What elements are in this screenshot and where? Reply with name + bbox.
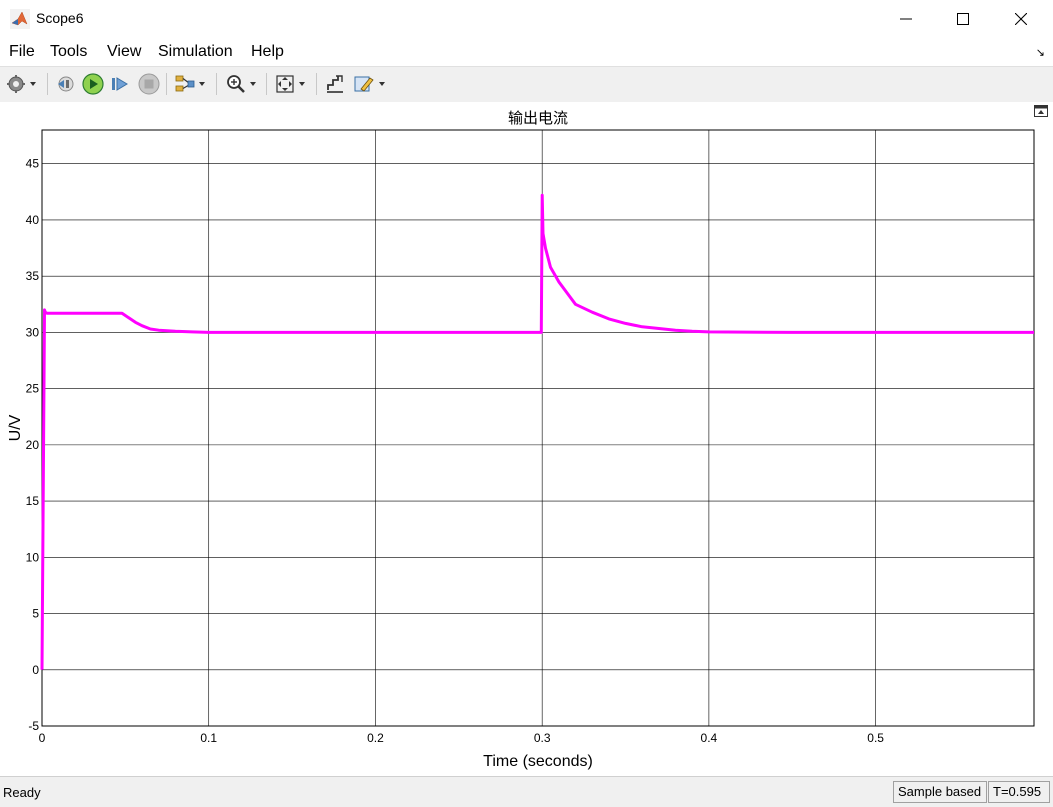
toolbar-divider <box>266 73 267 95</box>
step-forward-button[interactable] <box>110 73 130 95</box>
menu-file[interactable]: File <box>9 43 35 61</box>
y-tick-label: 0 <box>32 663 39 677</box>
close-icon <box>1015 13 1027 25</box>
matlab-icon <box>10 9 30 29</box>
simulation-time: T=0.595 <box>988 781 1050 803</box>
signal-select-icon <box>175 75 195 92</box>
chevron-down-icon <box>199 82 205 86</box>
step-back-button[interactable] <box>55 73 75 95</box>
y-tick-label: 10 <box>26 550 40 564</box>
settings-button[interactable] <box>6 73 36 95</box>
autoscale-button[interactable] <box>275 73 305 95</box>
minimize-icon <box>900 18 912 20</box>
status-text: Ready <box>3 785 41 800</box>
minimize-button[interactable] <box>883 0 929 38</box>
status-bar: Ready Sample based T=0.595 <box>0 776 1053 807</box>
axes-frame <box>41 129 1035 727</box>
y-tick-label: 45 <box>26 157 40 171</box>
x-tick-label: 0.3 <box>534 731 551 745</box>
stop-button[interactable] <box>138 73 160 95</box>
stop-icon <box>138 73 160 95</box>
toolbar-divider <box>47 73 48 95</box>
step-forward-icon <box>112 77 128 91</box>
y-tick-label: 35 <box>26 269 40 283</box>
chevron-down-icon <box>30 82 36 86</box>
autoscale-icon <box>276 75 294 93</box>
run-button[interactable] <box>82 73 104 95</box>
x-tick-label: 0.2 <box>367 731 384 745</box>
y-tick-label: 40 <box>26 213 40 227</box>
y-tick-label: 15 <box>26 494 40 508</box>
highlight-icon <box>354 76 374 92</box>
y-tick-label: 30 <box>26 325 40 339</box>
close-button[interactable] <box>998 0 1044 38</box>
chevron-down-icon <box>250 82 256 86</box>
toolbar-divider <box>216 73 217 95</box>
toolbar <box>0 66 1053 103</box>
x-tick-label: 0.4 <box>701 731 718 745</box>
y-tick-label: 25 <box>26 382 40 396</box>
zoom-button[interactable] <box>226 73 256 95</box>
scope-plot-area: 输出电流 0 0.1 0.2 0.3 0.4 0.5 -5 0 5 10 15 20 25 30 35 40 4… <box>0 102 1053 775</box>
x-tick-label: 0 <box>39 731 46 745</box>
y-tick-label: 5 <box>32 607 39 621</box>
x-tick-label: 0.1 <box>200 731 217 745</box>
toolbar-divider <box>316 73 317 95</box>
chevron-down-icon <box>299 82 305 86</box>
x-axis-label: Time (seconds) <box>483 753 593 770</box>
x-tick-label: 0.5 <box>867 731 884 745</box>
y-axis-label: U/V <box>7 414 24 441</box>
chevron-down-icon <box>379 82 385 86</box>
menu-view[interactable]: View <box>107 43 141 61</box>
series-line <box>40 193 1034 670</box>
run-icon <box>82 73 104 95</box>
gear-icon <box>7 75 25 93</box>
menu-simulation[interactable]: Simulation <box>158 43 233 61</box>
y-tick-label: 20 <box>26 438 40 452</box>
collapse-menu-icon[interactable]: ↘ <box>1036 46 1045 59</box>
signal-select-button[interactable] <box>175 73 205 95</box>
menu-tools[interactable]: Tools <box>50 43 87 61</box>
cursor-icon <box>327 75 343 93</box>
undock-icon[interactable] <box>1034 105 1048 117</box>
chart-title: 输出电流 <box>508 110 568 127</box>
menu-help[interactable]: Help <box>251 43 284 61</box>
series-layer <box>40 193 1034 670</box>
title-bar: Scope6 <box>0 0 1053 38</box>
maximize-button[interactable] <box>940 0 986 38</box>
y-tick-label: -5 <box>28 719 39 733</box>
cursor-measure-button[interactable] <box>325 73 345 95</box>
menu-bar: File Tools View Simulation Help ↘ <box>0 38 1053 66</box>
step-back-icon <box>58 76 74 92</box>
sample-mode-indicator: Sample based <box>893 781 987 803</box>
highlight-button[interactable] <box>353 73 385 95</box>
toolbar-divider <box>166 73 167 95</box>
grid <box>41 130 1034 727</box>
axis-ticks: 0 0.1 0.2 0.3 0.4 0.5-5051015202530354045 <box>26 157 885 745</box>
zoom-icon <box>227 75 245 93</box>
window-title: Scope6 <box>36 10 84 26</box>
maximize-icon <box>957 13 969 25</box>
scope-chart[interactable]: 输出电流 0 0.1 0.2 0.3 0.4 0.5-505101520253035404… <box>0 102 1053 775</box>
